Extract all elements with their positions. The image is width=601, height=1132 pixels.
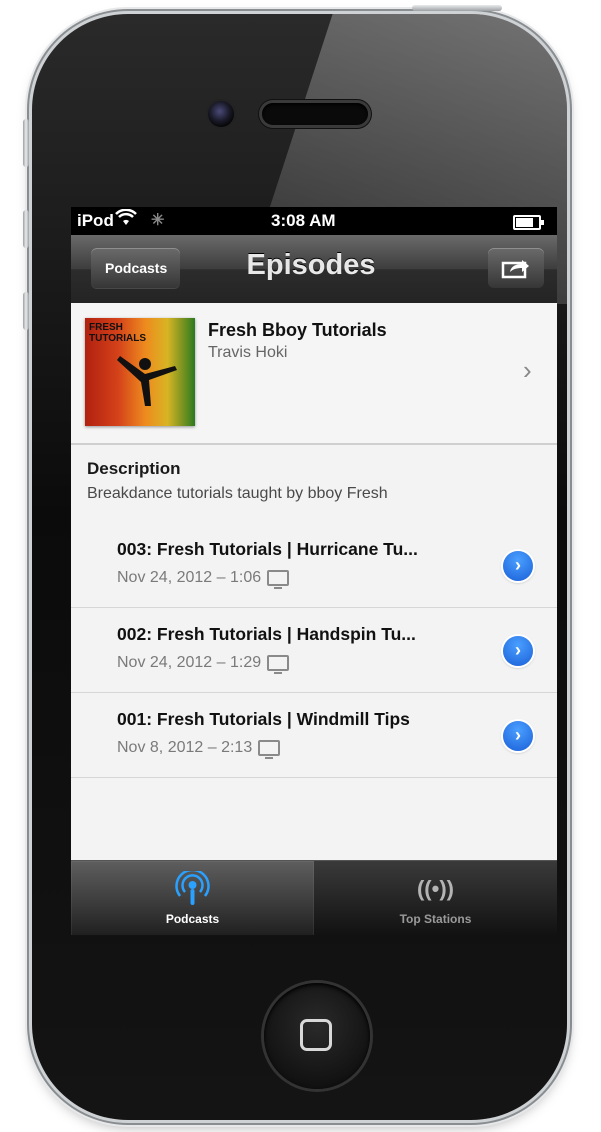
episode-meta: Nov 8, 2012 – 2:13 [117,739,281,759]
video-icon [267,654,290,674]
volume-down-button [23,292,29,330]
radio-waves-icon: ((•)) [416,876,454,901]
podcast-icon [71,868,314,907]
podcast-title: Fresh Bboy Tutorials [208,320,387,340]
wifi-icon [115,208,137,232]
battery-icon [513,215,544,230]
tab-label: Podcasts [165,912,220,926]
episode-row[interactable]: 003: Fresh Tutorials | Hurricane Tu... N… [71,523,557,608]
chevron-right-icon: › [523,355,532,385]
description-text: Breakdance tutorials taught by bboy Fres… [87,485,388,502]
front-camera [208,101,234,127]
episode-title: 001: Fresh Tutorials | Windmill Tips [117,709,410,729]
tab-top-stations[interactable]: ((•)) Top Stations [314,861,557,935]
episode-title: 002: Fresh Tutorials | Handspin Tu... [117,624,416,644]
episode-list: 003: Fresh Tutorials | Hurricane Tu... N… [71,523,557,778]
description-section: Description Breakdance tutorials taught … [71,445,557,524]
podcast-author: Travis Hoki [208,344,288,361]
episode-date: Nov 24, 2012 – 1:06 [117,569,262,586]
detail-disclosure-button[interactable]: › [503,721,533,751]
detail-disclosure-button[interactable]: › [503,551,533,581]
video-icon [267,569,290,589]
episode-date: Nov 24, 2012 – 1:29 [117,654,262,671]
artwork-text: FRESH TUTORIALS [89,322,147,344]
activity-spinner-icon: ✳ [151,212,165,229]
description-label: Description [87,459,181,478]
episode-meta: Nov 24, 2012 – 1:06 [117,569,290,589]
app-screen: iPod ✳ 3:08 AM Podcasts Episodes FRESH T… [71,207,557,935]
share-button[interactable] [488,248,544,288]
status-time: 3:08 AM [271,211,336,230]
episode-row[interactable]: 002: Fresh Tutorials | Handspin Tu... No… [71,608,557,693]
volume-up-button [23,210,29,248]
carrier-label: iPod [77,211,114,230]
back-button[interactable]: Podcasts [91,248,181,288]
episode-row[interactable]: 001: Fresh Tutorials | Windmill Tips Nov… [71,693,557,778]
home-square-icon [300,1019,332,1051]
episode-date: Nov 8, 2012 – 2:13 [117,739,253,756]
video-icon [258,739,281,759]
share-icon [501,260,529,279]
navigation-bar: Podcasts Episodes [71,235,557,304]
detail-disclosure-button[interactable]: › [503,636,533,666]
sleep-button [412,5,502,11]
episode-meta: Nov 24, 2012 – 1:29 [117,654,290,674]
home-button[interactable] [264,983,370,1089]
episode-title: 003: Fresh Tutorials | Hurricane Tu... [117,539,418,559]
tab-bar: Podcasts ((•)) Top Stations [71,860,557,935]
earpiece-speaker [262,103,368,125]
page-title: Episodes [246,249,376,281]
mute-switch [23,119,29,167]
tab-podcasts[interactable]: Podcasts [71,861,314,935]
podcast-header[interactable]: FRESH TUTORIALS Fresh Bboy Tutorials Tra… [71,303,557,445]
status-bar: iPod ✳ 3:08 AM [71,207,557,235]
podcast-artwork: FRESH TUTORIALS [85,318,195,426]
tab-label: Top Stations [399,912,472,926]
back-button-label: Podcasts [105,260,168,276]
